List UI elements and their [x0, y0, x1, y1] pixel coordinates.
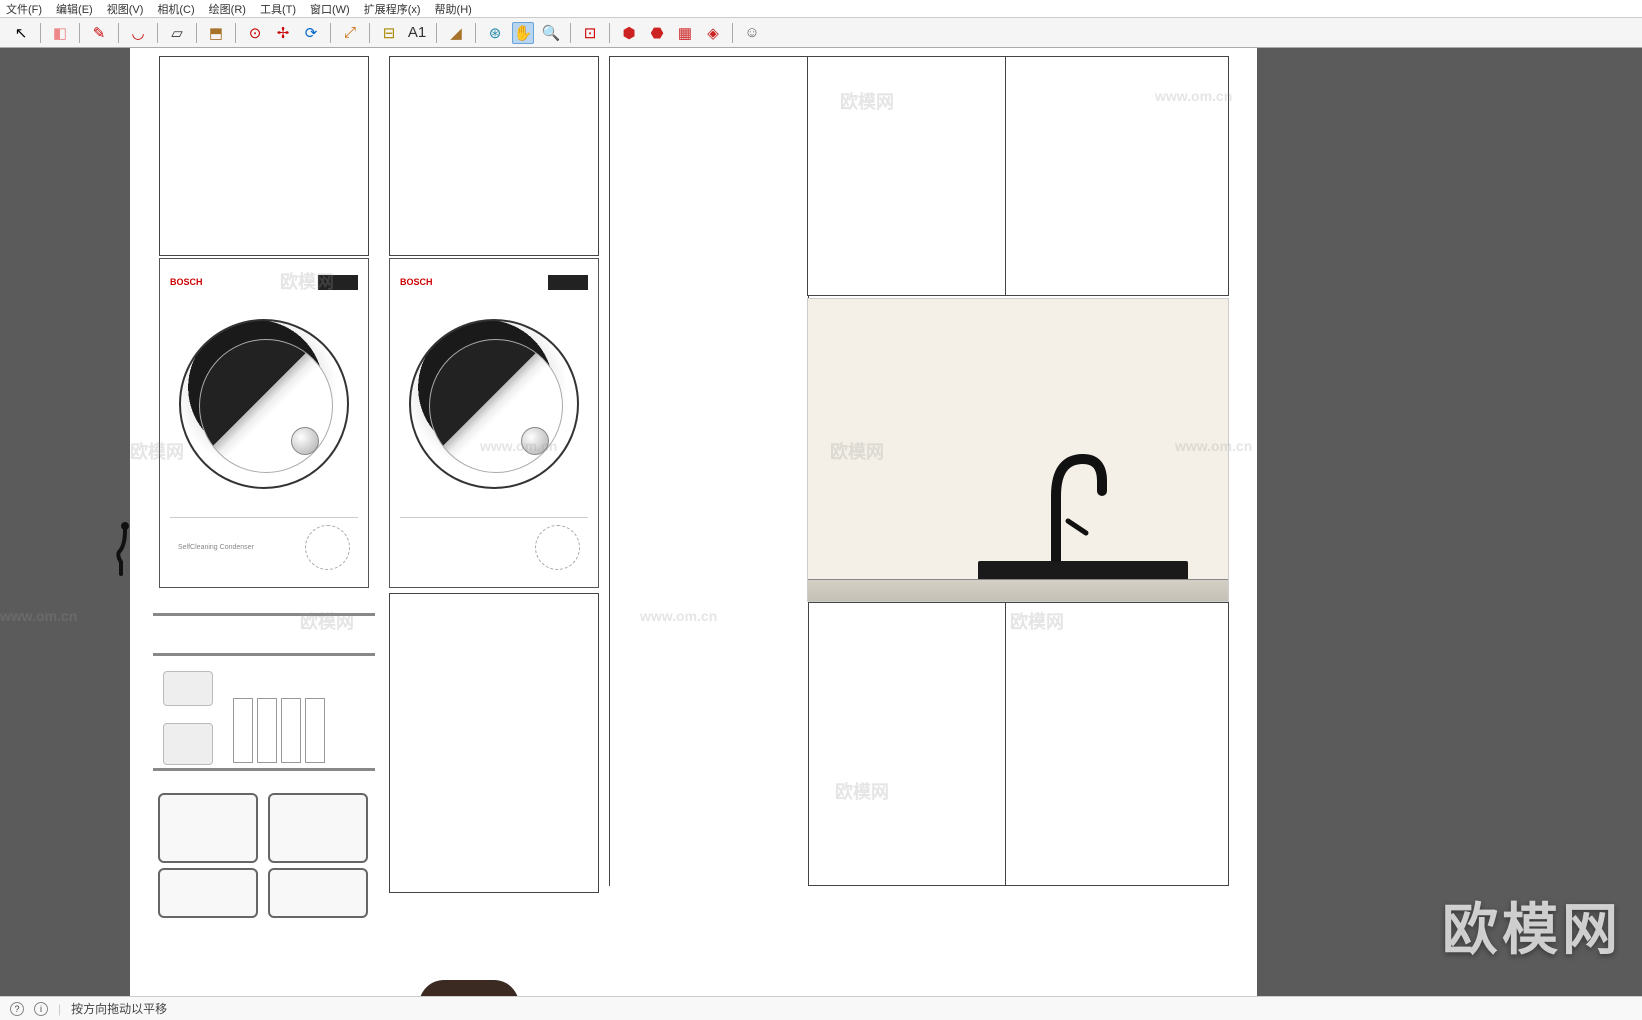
open-shelf-area [153, 593, 375, 903]
jar-icon [163, 671, 213, 706]
pencil-tool[interactable]: ✎ [88, 22, 110, 44]
bottle-icon [257, 698, 277, 763]
user-tool[interactable]: ☺ [741, 22, 763, 44]
tape-measure-tool[interactable]: ⊟ [378, 22, 400, 44]
bottom-label: SelfCleaning Condenser [178, 544, 254, 551]
cabinet-lower-3 [807, 602, 1007, 886]
dryer-drum-icon [429, 339, 563, 473]
main-toolbar: ↖ ◧ ✎ ◡ ▱ ⬒ ⊙ ✢ ⟳ ⤢ ⊟ A1 ◢ ⊛ ✋ 🔍 ⊡ ⬢ ⬣ ▦ ◈ ☺ [0, 18, 1642, 48]
offset-tool[interactable]: ⊙ [244, 22, 266, 44]
menu-view[interactable]: 视图(V) [107, 1, 144, 17]
warehouse-3-tool[interactable]: ▦ [674, 22, 696, 44]
display-icon [318, 275, 358, 290]
eraser-tool[interactable]: ◧ [49, 22, 71, 44]
paint-bucket-tool[interactable]: ◢ [445, 22, 467, 44]
warehouse-2-tool[interactable]: ⬣ [646, 22, 668, 44]
basket-icon [268, 868, 368, 918]
appliance-control-panel: BOSCH [170, 267, 358, 297]
menu-window[interactable]: 窗口(W) [310, 1, 350, 17]
robot-vacuum-icon [419, 980, 519, 996]
push-pull-tool[interactable]: ⬒ [205, 22, 227, 44]
text-tool[interactable]: A1 [406, 22, 428, 44]
status-bar: ? i | 按方向拖动以平移 [0, 996, 1642, 1020]
ruby-tool[interactable]: ◈ [702, 22, 724, 44]
cabinet-group: BOSCH SelfCleaning Condenser BOSCH [139, 48, 1257, 996]
dial-icon [305, 525, 350, 570]
countertop-surface [808, 579, 1228, 601]
faucet-icon [1038, 441, 1108, 571]
sink-countertop-area [807, 298, 1229, 602]
menu-help[interactable]: 帮助(H) [435, 1, 472, 17]
cabinet-upper-1 [159, 56, 369, 256]
basket-icon [158, 868, 258, 918]
appliance-bottom-panel [400, 517, 588, 577]
basket-icon [268, 793, 368, 863]
status-hint: 按方向拖动以平移 [71, 1000, 167, 1017]
cabinet-upper-4 [807, 56, 1007, 296]
menu-bar: 文件(F) 编辑(E) 视图(V) 相机(C) 绘图(R) 工具(T) 窗口(W… [0, 0, 1642, 18]
basket-icon [158, 793, 258, 863]
status-info-icon[interactable]: i [34, 1002, 48, 1016]
wall-right [1257, 48, 1642, 996]
cabinet-upper-5 [1005, 56, 1229, 296]
washing-machine-2: BOSCH [389, 258, 599, 588]
wall-left [0, 48, 130, 996]
jar-icon [163, 723, 213, 765]
brand-label: BOSCH [400, 277, 433, 287]
cabinet-lower-4 [1005, 602, 1229, 886]
shelf-line [153, 653, 375, 656]
door-handle-knob-icon [521, 427, 549, 455]
bottle-group [233, 698, 325, 763]
scale-tool[interactable]: ⤢ [339, 22, 361, 44]
menu-file[interactable]: 文件(F) [6, 1, 42, 17]
zoom-tool[interactable]: 🔍 [540, 22, 562, 44]
cabinet-lower-tall [389, 593, 599, 893]
move-tool[interactable]: ✢ [272, 22, 294, 44]
menu-edit[interactable]: 编辑(E) [56, 1, 93, 17]
menu-tools[interactable]: 工具(T) [260, 1, 296, 17]
washing-machine-1: BOSCH SelfCleaning Condenser [159, 258, 369, 588]
appliance-control-panel: BOSCH [400, 267, 588, 297]
door-handle-icon [115, 518, 129, 578]
dryer-door-icon [409, 319, 579, 489]
brand-label: BOSCH [170, 277, 203, 287]
cabinet-lower-mid [609, 593, 809, 886]
warehouse-1-tool[interactable]: ⬢ [618, 22, 640, 44]
cabinet-upper-2 [389, 56, 599, 256]
dial-icon [535, 525, 580, 570]
rotate-tool[interactable]: ⟳ [300, 22, 322, 44]
rectangle-tool[interactable]: ▱ [166, 22, 188, 44]
bottle-icon [233, 698, 253, 763]
status-help-icon[interactable]: ? [10, 1002, 24, 1016]
select-arrow-tool[interactable]: ↖ [10, 22, 32, 44]
shelf-line [153, 768, 375, 771]
appliance-bottom-panel: SelfCleaning Condenser [170, 517, 358, 577]
zoom-extents-tool[interactable]: ⊡ [579, 22, 601, 44]
shelf-line [153, 613, 375, 616]
display-icon [548, 275, 588, 290]
watermark-logo: 欧模网 [1442, 885, 1622, 966]
door-handle-knob-icon [291, 427, 319, 455]
washer-drum-icon [199, 339, 333, 473]
menu-draw[interactable]: 绘图(R) [209, 1, 246, 17]
pan-tool[interactable]: ✋ [512, 22, 534, 44]
menu-camera[interactable]: 相机(C) [157, 1, 194, 17]
orbit-tool[interactable]: ⊛ [484, 22, 506, 44]
model-viewport[interactable]: BOSCH SelfCleaning Condenser BOSCH [0, 48, 1642, 996]
menu-extensions[interactable]: 扩展程序(x) [364, 1, 421, 17]
washer-door-icon [179, 319, 349, 489]
bottle-icon [305, 698, 325, 763]
bottle-icon [281, 698, 301, 763]
arc-tool[interactable]: ◡ [127, 22, 149, 44]
